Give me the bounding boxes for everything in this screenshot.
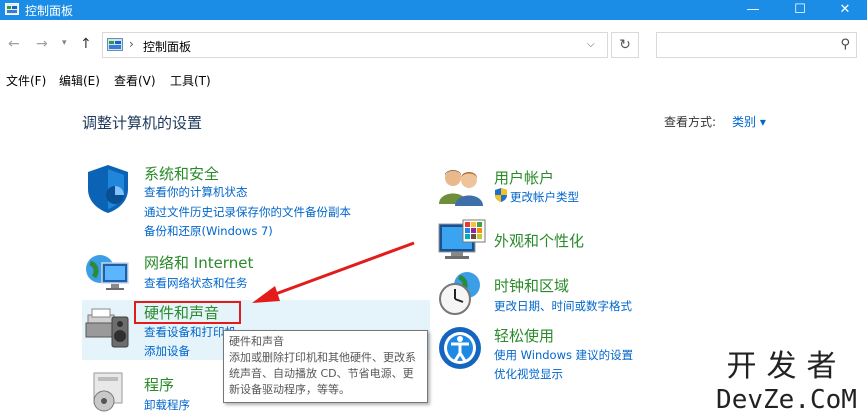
category-user-accounts[interactable]: 用户帐户 [494, 167, 554, 188]
tooltip: 硬件和声音 添加或删除打印机和其他硬件、更改系统声音、自动播放 CD、节省电源、… [223, 330, 428, 403]
link-change-date-time-format[interactable]: 更改日期、时间或数字格式 [494, 298, 632, 314]
navigation-bar: ← → ▾ ↑ › 控制面板 ⌵ ↻ ⚲ [0, 20, 867, 69]
search-icon: ⚲ [840, 37, 850, 52]
clock-globe-icon [439, 272, 480, 315]
annotation-highlight-box [134, 301, 241, 324]
control-panel-icon [107, 38, 123, 51]
maximize-button[interactable]: ☐ [777, 0, 823, 20]
link-uninstall-program[interactable]: 卸载程序 [144, 397, 190, 413]
link-network-status[interactable]: 查看网络状态和任务 [144, 275, 248, 291]
printer-speaker-icon [85, 308, 129, 348]
close-button[interactable]: ✕ [822, 0, 867, 20]
forward-arrow-icon[interactable]: → [36, 36, 48, 52]
tooltip-body: 添加或删除打印机和其他硬件、更改系统声音、自动播放 CD、节省电源、更新设备驱动… [229, 351, 416, 396]
link-optimize-visual-display[interactable]: 优化视觉显示 [494, 366, 563, 382]
link-recommended-settings[interactable]: 使用 Windows 建议的设置 [494, 347, 633, 363]
breadcrumb-separator: › [129, 37, 134, 51]
up-arrow-icon[interactable]: ↑ [80, 36, 92, 52]
refresh-button[interactable]: ↻ [611, 32, 639, 58]
link-file-history[interactable]: 通过文件历史记录保存你的文件备份副本 [144, 204, 351, 220]
link-add-device[interactable]: 添加设备 [144, 343, 190, 359]
watermark: 开发者 DevZe.CoM [706, 349, 867, 418]
link-backup-restore[interactable]: 备份和还原(Windows 7) [144, 223, 273, 239]
shield-icon [88, 165, 128, 213]
network-globe-icon [86, 255, 129, 290]
category-programs[interactable]: 程序 [144, 374, 174, 395]
back-arrow-icon[interactable]: ← [8, 36, 20, 52]
chevron-down-icon[interactable]: ⌵ [587, 39, 595, 50]
minimize-button[interactable]: — [730, 0, 776, 20]
category-system-security[interactable]: 系统和安全 [144, 163, 219, 184]
view-by-dropdown[interactable]: 类别 ▾ [732, 113, 766, 130]
refresh-icon: ↻ [619, 37, 631, 53]
menu-bar: 文件(F) 编辑(E) 查看(V) 工具(T) [0, 69, 867, 91]
page-title: 调整计算机的设置 [82, 114, 203, 132]
main-content: 调整计算机的设置 查看方式: 类别 ▾ 系统和安全 查看你的计算机状态 通过文件… [0, 91, 867, 418]
tooltip-title: 硬件和声音 [229, 335, 284, 348]
view-by-label: 查看方式: [664, 115, 717, 129]
watermark-line1: 开发者 [726, 349, 847, 384]
category-ease-of-access[interactable]: 轻松使用 [494, 325, 554, 346]
menu-edit[interactable]: 编辑(E) [59, 72, 100, 89]
user-accounts-icon [439, 170, 483, 206]
category-clock-region[interactable]: 时钟和区域 [494, 275, 569, 296]
breadcrumb-control-panel[interactable]: 控制面板 [143, 38, 191, 55]
link-change-account-type[interactable]: 更改帐户类型 [510, 189, 579, 205]
search-input[interactable]: ⚲ [656, 32, 857, 58]
menu-tools[interactable]: 工具(T) [170, 72, 211, 89]
appearance-monitor-icon [438, 219, 486, 259]
programs-disc-icon [93, 372, 123, 412]
watermark-line2: DevZe.CoM [716, 385, 857, 415]
title-bar: 控制面板 — ☐ ✕ [0, 0, 867, 20]
ease-of-access-icon [439, 327, 481, 369]
window-title: 控制面板 [25, 4, 74, 18]
address-bar[interactable]: › 控制面板 ⌵ [102, 32, 608, 58]
control-panel-icon [5, 3, 19, 15]
menu-view[interactable]: 查看(V) [114, 72, 156, 89]
link-view-computer-status[interactable]: 查看你的计算机状态 [144, 184, 248, 200]
category-appearance[interactable]: 外观和个性化 [494, 230, 584, 251]
recent-locations-chevron-icon[interactable]: ▾ [62, 38, 67, 48]
menu-file[interactable]: 文件(F) [6, 72, 46, 89]
uac-shield-icon [495, 188, 507, 202]
category-network-internet[interactable]: 网络和 Internet [144, 252, 253, 273]
